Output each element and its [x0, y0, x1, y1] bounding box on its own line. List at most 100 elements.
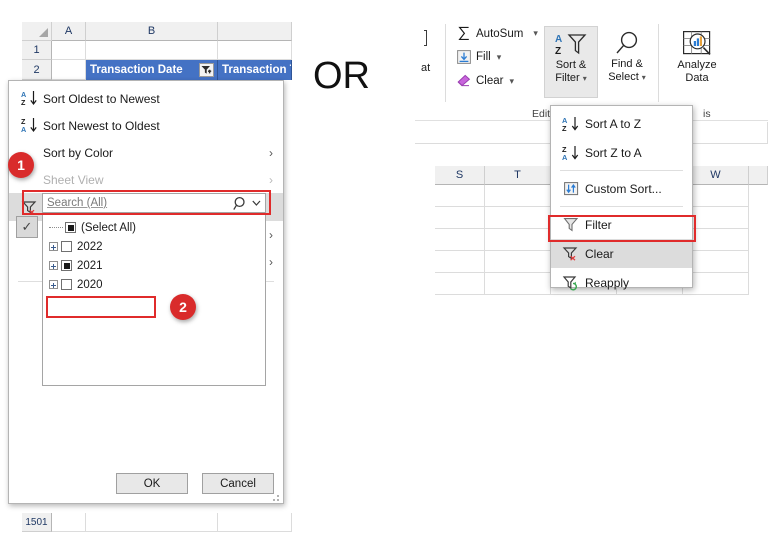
grid-cell[interactable] — [435, 229, 485, 251]
row-header-2[interactable]: 2 — [22, 60, 52, 80]
ribbon-button-sort-and-filter[interactable]: A Z Sort & Filter ▾ — [544, 26, 598, 98]
chevron-down-icon[interactable]: ▾ — [533, 28, 538, 39]
grid-cell[interactable] — [485, 229, 551, 251]
sort-az-down-icon: A Z — [17, 90, 43, 107]
chevron-down-icon[interactable]: ▾ — [583, 72, 587, 85]
ribbon-button-find-and-select[interactable]: Find & Select ▾ — [600, 26, 654, 98]
menu-item-label: Filter — [585, 217, 612, 232]
grid-cell[interactable] — [86, 513, 218, 532]
checkbox-2022[interactable] — [61, 241, 72, 252]
column-header-x[interactable] — [749, 166, 768, 185]
list-item-2020[interactable]: 2020 — [43, 275, 265, 294]
ribbon-group-divider — [658, 24, 659, 102]
chevron-down-icon[interactable]: ▾ — [509, 76, 514, 87]
list-item-label: (Select All) — [81, 221, 136, 234]
sort-za-down-icon: Z A — [17, 117, 43, 134]
menu-item-sort-by-color[interactable]: Sort by Color › — [9, 139, 283, 166]
grid-cell[interactable] — [435, 207, 485, 229]
filter-select-all-sidebutton[interactable]: ✓ — [16, 216, 38, 238]
filter-search-input[interactable]: Search (All) — [42, 193, 266, 213]
dialog-resize-grip[interactable] — [273, 493, 282, 502]
grid-cell[interactable] — [435, 185, 485, 207]
menu-item-sort-oldest-to-newest[interactable]: A Z Sort Oldest to Newest — [9, 85, 283, 112]
list-item-2022[interactable]: 2022 — [43, 237, 265, 256]
svg-text:A: A — [562, 153, 568, 162]
ribbon-button-label-line2: Select — [608, 71, 639, 83]
grid-cell[interactable] — [485, 185, 551, 207]
column-header-s[interactable]: S — [435, 166, 485, 185]
grid-cell[interactable] — [218, 513, 292, 532]
analyze-data-icon — [681, 30, 713, 57]
clear-filter-icon — [557, 245, 585, 262]
row-header-1501[interactable]: 1501 — [22, 513, 52, 532]
menu-item-label: Sort Z to A — [585, 145, 642, 160]
ribbon-button-autosum[interactable]: AutoSum ▾ — [457, 26, 538, 41]
funnel-icon — [557, 216, 585, 233]
menu-item-custom-sort[interactable]: Custom Sort... — [551, 174, 692, 203]
grid-cell[interactable] — [435, 273, 485, 295]
menu-item-sort-a-to-z[interactable]: A Z Sort A to Z — [551, 109, 692, 138]
ribbon-button-analyze-data[interactable]: Analyze Data — [670, 26, 724, 98]
list-item-select-all[interactable]: (Select All) — [43, 218, 265, 237]
checkbox-2020[interactable] — [61, 279, 72, 290]
menu-item-filter[interactable]: Filter — [551, 210, 692, 239]
grid-cell[interactable] — [485, 273, 551, 295]
grid-cell[interactable] — [485, 207, 551, 229]
menu-item-reapply[interactable]: Reapply — [551, 268, 692, 297]
magnifier-icon — [612, 31, 642, 56]
menu-item-clear[interactable]: Clear — [551, 239, 692, 268]
cancel-button[interactable]: Cancel — [202, 473, 274, 494]
column-header-a[interactable]: A — [52, 22, 86, 41]
row-header-1[interactable]: 1 — [22, 41, 52, 60]
checkbox-select-all[interactable] — [65, 222, 76, 233]
grid-cell[interactable] — [52, 41, 86, 60]
menu-item-label: Sort A to Z — [585, 116, 642, 131]
grid-cell[interactable] — [52, 513, 86, 532]
grid-cell[interactable] — [218, 41, 292, 60]
menu-item-sort-z-to-a[interactable]: Z A Sort Z to A — [551, 138, 692, 167]
ribbon-truncated-format-label: at — [421, 62, 431, 74]
column-filter-button-transaction-date[interactable] — [199, 63, 214, 77]
reapply-filter-icon — [557, 274, 585, 291]
filter-value-list[interactable]: (Select All) 2022 2021 2020 — [42, 214, 266, 386]
screenshot-root: A B 1 2 Transaction Date Transaction Ty … — [0, 0, 768, 536]
svg-text:A: A — [21, 125, 26, 134]
expand-icon[interactable] — [49, 280, 58, 289]
checkbox-2021[interactable] — [61, 260, 72, 271]
sigma-icon — [457, 26, 476, 41]
fill-down-icon — [457, 50, 476, 64]
expand-icon[interactable] — [49, 261, 58, 270]
column-header-t[interactable]: T — [485, 166, 551, 185]
svg-text:Z: Z — [555, 46, 561, 57]
menu-item-sort-newest-to-oldest[interactable]: Z A Sort Newest to Oldest — [9, 112, 283, 139]
menu-divider — [560, 206, 683, 207]
chevron-right-icon: › — [269, 145, 273, 160]
grid-cell[interactable] — [52, 60, 86, 80]
search-icon[interactable] — [233, 196, 252, 211]
menu-item-label: Sort Oldest to Newest — [43, 91, 160, 106]
ok-button[interactable]: OK — [116, 473, 188, 494]
grid-cell[interactable] — [435, 251, 485, 273]
expand-icon[interactable] — [49, 242, 58, 251]
ribbon-button-fill[interactable]: Fill ▾ — [457, 50, 501, 64]
ribbon-button-label-line1: Find & — [611, 58, 643, 70]
ribbon-button-label: Fill — [476, 51, 491, 63]
chevron-down-icon[interactable]: ▾ — [642, 71, 646, 84]
grid-cell[interactable] — [86, 41, 218, 60]
grid-cell[interactable] — [485, 251, 551, 273]
chevron-down-icon[interactable] — [252, 199, 265, 207]
column-header-b[interactable]: B — [86, 22, 218, 41]
ribbon-button-clear[interactable]: Clear ▾ — [457, 74, 514, 88]
chevron-down-icon[interactable]: ▾ — [497, 52, 502, 63]
column-header-c[interactable] — [218, 22, 292, 41]
ribbon-group-label-analysis: is — [703, 108, 711, 120]
list-item-label: 2021 — [77, 259, 103, 272]
select-all-corner[interactable] — [22, 22, 52, 41]
search-placeholder: Search (All) — [47, 197, 108, 209]
left-excel-pane: A B 1 2 Transaction Date Transaction Ty … — [0, 0, 292, 536]
menu-item-label: Sheet View — [43, 172, 104, 187]
list-item-label: 2020 — [77, 278, 103, 291]
table-header-transaction-type[interactable]: Transaction Ty — [218, 60, 292, 80]
list-item-2021[interactable]: 2021 — [43, 256, 265, 275]
chevron-right-icon: › — [269, 254, 273, 269]
